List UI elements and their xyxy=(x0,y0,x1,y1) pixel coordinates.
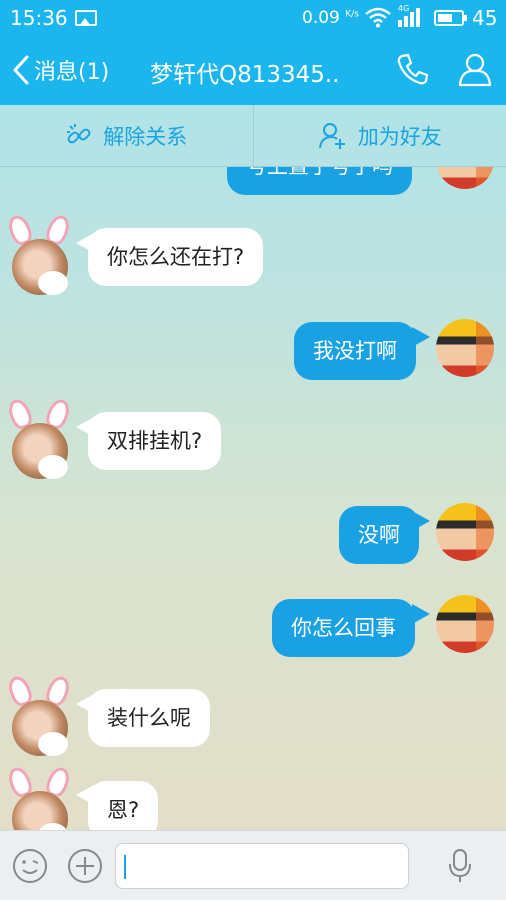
contact-avatar[interactable] xyxy=(5,764,73,830)
status-bar: 15:36 0.09 K/s 4G 45 xyxy=(10,4,498,30)
top-bar: 15:36 0.09 K/s 4G 45 消息(1) 梦轩代Q813345.. xyxy=(0,0,506,105)
back-button[interactable]: 消息(1) xyxy=(12,52,109,88)
relationship-action-bar: 解除关系 加为好友 xyxy=(0,105,506,167)
add-friend-label: 加为好友 xyxy=(357,124,442,149)
chat-title: 梦轩代Q813345.. xyxy=(150,62,340,88)
image-notification-icon xyxy=(75,10,97,26)
message-bubble[interactable]: 双排挂机? xyxy=(88,412,222,470)
message-bubble[interactable]: 你怎么还在打? xyxy=(88,228,264,286)
emoji-icon[interactable] xyxy=(12,848,48,884)
message-bubble[interactable]: 号上置了号了吗 xyxy=(227,167,412,195)
message-bubble[interactable]: 我没打啊 xyxy=(294,322,416,380)
battery-icon xyxy=(434,10,467,26)
phone-icon[interactable] xyxy=(396,52,430,86)
my-avatar[interactable] xyxy=(436,167,494,189)
message-bubble[interactable]: 没啊 xyxy=(339,506,419,564)
back-label: 消息(1) xyxy=(34,60,110,85)
plus-icon[interactable] xyxy=(67,848,103,884)
unbind-relationship-button[interactable]: 解除关系 xyxy=(0,105,253,166)
message-bubble[interactable]: 恩? xyxy=(88,781,159,830)
contact-avatar[interactable] xyxy=(5,396,73,479)
wifi-icon xyxy=(365,7,391,28)
unbind-label: 解除关系 xyxy=(103,124,188,149)
contact-avatar[interactable] xyxy=(5,673,73,756)
contact-avatar[interactable] xyxy=(5,212,73,295)
link-break-icon xyxy=(67,123,91,143)
message-input[interactable] xyxy=(115,843,409,889)
person-icon[interactable] xyxy=(457,51,493,87)
my-avatar[interactable] xyxy=(436,319,494,377)
message-bubble[interactable]: 你怎么回事 xyxy=(272,599,415,657)
text-cursor xyxy=(124,855,126,879)
network-speed: 0.09 K/s xyxy=(302,8,359,28)
chat-area[interactable]: 号上置了号了吗 你怎么还在打? 我没打啊 双排挂机? 没啊 你怎么回事 xyxy=(0,167,506,830)
my-avatar[interactable] xyxy=(436,503,494,561)
my-avatar[interactable] xyxy=(436,595,494,653)
microphone-icon[interactable] xyxy=(448,848,472,884)
chevron-left-icon xyxy=(13,55,29,85)
message-bubble[interactable]: 装什么呢 xyxy=(88,689,210,747)
add-friend-button[interactable]: 加为好友 xyxy=(252,105,506,166)
status-time: 15:36 xyxy=(10,6,68,30)
input-bar xyxy=(0,830,506,900)
person-add-icon xyxy=(318,122,345,149)
battery-level: 45 xyxy=(472,6,498,30)
